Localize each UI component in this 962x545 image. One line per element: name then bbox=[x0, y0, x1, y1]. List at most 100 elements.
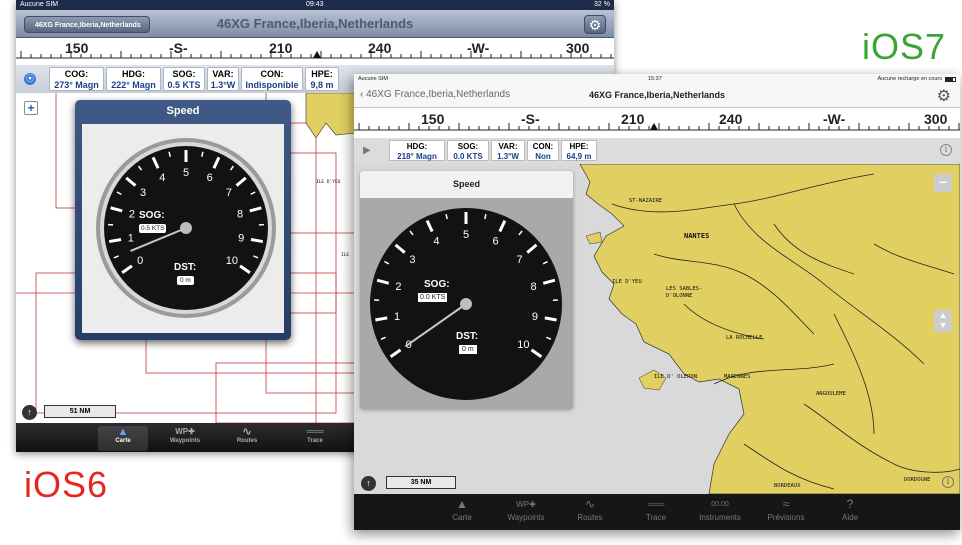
map-place-label: LA ROCHELLE bbox=[726, 335, 763, 341]
hpe-label: HPE: bbox=[569, 142, 589, 151]
hdg-value: 218° Magn bbox=[397, 152, 437, 161]
location-icon[interactable]: ⦿ bbox=[24, 73, 36, 85]
trace-icon: ═══ bbox=[647, 500, 665, 509]
tab-carte[interactable]: ▲ Carte bbox=[98, 426, 148, 451]
dst-gauge-label: DST: bbox=[174, 262, 197, 273]
ruler-label: 300 bbox=[566, 40, 590, 56]
map-place-label: ILE bbox=[341, 253, 350, 258]
sog-gauge-label: SOG: bbox=[424, 279, 450, 290]
sog-label: SOG: bbox=[457, 142, 479, 151]
map-place-label: MARENNES bbox=[724, 374, 751, 380]
nav-data-strip: ▶ HDG: 218° Magn SOG: 0.0 KTS VAR: 1.3°W CO… bbox=[354, 138, 960, 164]
tab-waypoints[interactable]: WP✚ Waypoints bbox=[160, 426, 210, 444]
gauge-number: 3 bbox=[140, 187, 146, 199]
sog-gauge-value: 0.5 KTS bbox=[139, 224, 167, 233]
ruler-label: -S- bbox=[169, 40, 188, 56]
status-time: 15:37 bbox=[648, 76, 662, 82]
hdg-label: HDG: bbox=[122, 69, 145, 79]
ios7-label: iOS7 bbox=[862, 26, 947, 67]
play-icon[interactable]: ▶ bbox=[363, 145, 371, 156]
map-place-label: D'OLONNE bbox=[666, 293, 693, 299]
tab-label: Waypoints bbox=[169, 438, 201, 444]
gauge-number: 10 bbox=[226, 255, 238, 267]
ios6-label: iOS6 bbox=[24, 464, 109, 505]
ruler-ticks bbox=[16, 51, 614, 59]
gauge-number: 9 bbox=[238, 233, 244, 245]
dst-gauge-label: DST: bbox=[456, 331, 479, 342]
hdg-value: 222° Magn bbox=[111, 80, 156, 90]
map-place-label: BORDEAUX bbox=[774, 483, 801, 489]
tab-trace[interactable]: ═══ Trace bbox=[626, 496, 686, 522]
gauge-tick bbox=[250, 237, 264, 244]
ruler-label: -W- bbox=[823, 111, 846, 127]
compass-ruler: 150 -S- 210 240 -W- 300 bbox=[354, 108, 960, 138]
info-icon[interactable]: i bbox=[940, 144, 952, 156]
tab-waypoints[interactable]: WP✚ Waypoints bbox=[496, 496, 556, 522]
dst-gauge-value: 0 m bbox=[177, 276, 194, 285]
waypoint-icon: WP✚ bbox=[516, 500, 536, 509]
zoom-out-button[interactable]: − bbox=[934, 174, 952, 192]
gauge-number: 4 bbox=[433, 236, 439, 248]
gauge-tick bbox=[445, 214, 448, 220]
zoom-in-button[interactable]: + bbox=[24, 101, 38, 115]
comparison-canvas: Aucune SIM 09:43 32 % 46XG France,Iberia… bbox=[0, 0, 962, 545]
tab-routes[interactable]: ∿ Routes bbox=[560, 496, 620, 522]
tab-aide[interactable]: ? Aide bbox=[820, 496, 880, 522]
map-place-label: ANGOULEME bbox=[816, 391, 846, 397]
gauge-number: 0 bbox=[137, 255, 143, 267]
gauge-number: 1 bbox=[128, 233, 134, 245]
gauge-number: 7 bbox=[517, 254, 523, 266]
north-up-icon[interactable]: ↑ bbox=[361, 476, 376, 491]
con-value: Non bbox=[535, 152, 551, 161]
gauge-number: 1 bbox=[394, 311, 400, 323]
gauge-number: 6 bbox=[207, 172, 213, 184]
north-up-icon[interactable]: ↑ bbox=[22, 405, 37, 420]
ios6-speed-panel: Speed 0 1 2 3 4 5 6 7 8 9 10 SOG: 0.5 KTS DST: 0 m bbox=[75, 100, 291, 340]
gauge-tick bbox=[544, 316, 557, 322]
var-box: VAR: 1.3°W bbox=[491, 140, 525, 161]
scroll-arrows-icon[interactable]: ▲ ▼ bbox=[934, 310, 952, 332]
heading-marker bbox=[313, 51, 321, 58]
panel-title: Speed bbox=[360, 171, 573, 198]
con-value: Indisponible bbox=[245, 80, 299, 90]
ruler-label: 210 bbox=[269, 40, 293, 56]
info-icon[interactable]: i bbox=[942, 476, 954, 488]
ruler-label: -S- bbox=[521, 111, 540, 127]
gear-icon[interactable]: ⚙ bbox=[584, 15, 606, 34]
con-label: CON: bbox=[532, 142, 554, 151]
scale-bar: 35 NM bbox=[386, 476, 456, 489]
instruments-icon: 00.00 bbox=[711, 501, 729, 508]
hpe-box: HPE: 64,9 m bbox=[561, 140, 597, 161]
panel-title: Speed bbox=[166, 105, 200, 117]
tab-previsions[interactable]: ≈ Prévisions bbox=[756, 496, 816, 522]
trace-icon: ═══ bbox=[306, 427, 324, 436]
gauge-tick bbox=[201, 151, 204, 157]
tab-trace[interactable]: ═══ Trace bbox=[290, 426, 340, 444]
var-value: 1.3°W bbox=[497, 152, 519, 161]
carrier-label: Aucune SIM bbox=[358, 76, 388, 82]
var-value: 1.3°W bbox=[210, 80, 236, 90]
tab-carte[interactable]: ▲ Carte bbox=[432, 496, 492, 522]
con-box: CON: Indisponible bbox=[241, 67, 303, 91]
tab-routes[interactable]: ∿ Routes bbox=[222, 426, 272, 444]
tab-instruments[interactable]: 00.00 Instruments bbox=[690, 496, 750, 522]
dst-gauge-value: 0 m bbox=[459, 345, 477, 354]
hpe-box: HPE: 9,8 m bbox=[305, 67, 339, 91]
map-place-label: DORDOGNE bbox=[904, 477, 931, 483]
gauge-number: 2 bbox=[395, 281, 401, 293]
var-label: VAR: bbox=[498, 142, 518, 151]
ios6-status-bar: Aucune SIM 09:43 32 % bbox=[16, 0, 614, 10]
waypoint-icon: WP✚ bbox=[175, 427, 195, 436]
sog-gauge-value: 0.0 KTS bbox=[418, 293, 448, 302]
gauge-number: 5 bbox=[183, 167, 189, 179]
battery-label: 32 % bbox=[594, 1, 610, 8]
ruler-label: 300 bbox=[924, 111, 948, 127]
gauge-hub bbox=[180, 222, 192, 234]
gear-icon[interactable]: ⚙ bbox=[937, 86, 951, 106]
gauge-number: 7 bbox=[226, 187, 232, 199]
carte-icon: ▲ bbox=[456, 497, 468, 511]
var-box: VAR: 1.3°W bbox=[207, 67, 239, 91]
ruler-label: 210 bbox=[621, 111, 645, 127]
tab-label: Carte bbox=[115, 438, 131, 444]
gauge-number: 8 bbox=[531, 281, 537, 293]
